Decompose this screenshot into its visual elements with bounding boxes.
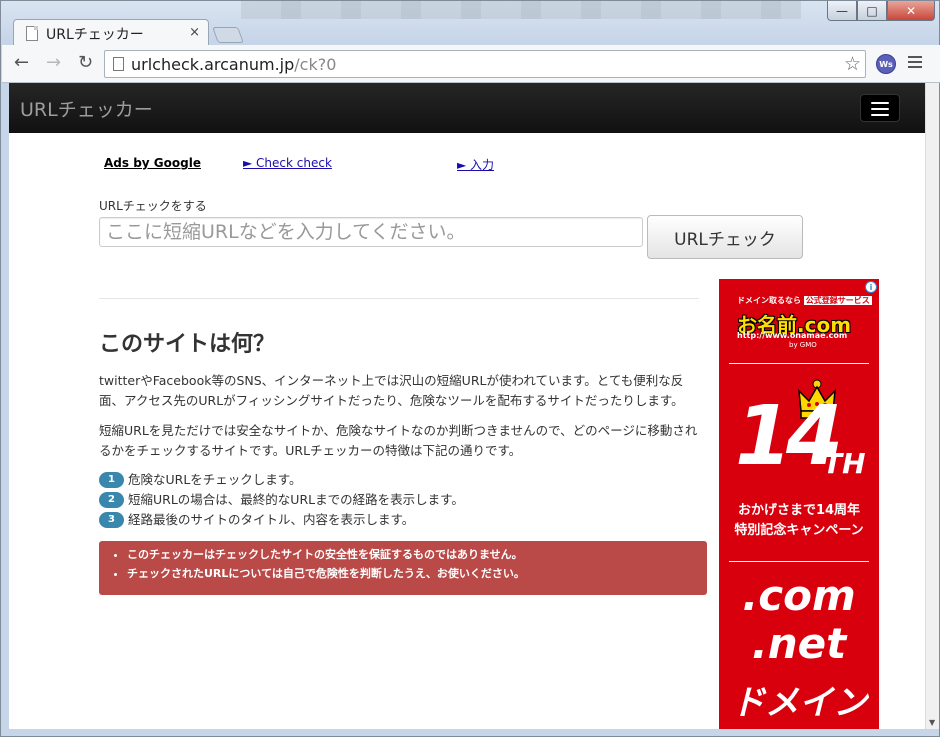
page-viewport: URLチェッカー Ads by Google ► Check check ► 入…: [9, 83, 925, 729]
banner-domain: ドメイン: [731, 683, 867, 723]
tab-title: URLチェッカー: [46, 27, 144, 43]
step-badge: 2: [99, 492, 124, 508]
tab-active[interactable]: URLチェッカー ×: [13, 19, 209, 46]
banner-net: .net: [751, 619, 847, 668]
url-host: urlcheck.arcanum.jp: [131, 55, 295, 74]
site-brand[interactable]: URLチェッカー: [20, 95, 153, 122]
document-icon: [113, 57, 124, 71]
step-badge: 1: [99, 472, 124, 488]
feature-item: 2 短縮URLの場合は、最終的なURLまでの経路を表示します。: [99, 490, 699, 510]
url-input[interactable]: [99, 217, 643, 247]
reload-icon[interactable]: ↻: [78, 53, 93, 73]
close-window-button[interactable]: ✕: [887, 1, 935, 21]
url-check-button[interactable]: URLチェック: [647, 215, 803, 259]
ad-link-input[interactable]: ► 入力: [457, 156, 494, 173]
feature-item: 3 経路最後のサイトのタイトル、内容を表示します。: [99, 510, 699, 530]
feature-text: 短縮URLの場合は、最終的なURLまでの経路を表示します。: [128, 492, 464, 507]
close-icon[interactable]: ×: [189, 26, 200, 40]
url-text[interactable]: urlcheck.arcanum.jp/ck?0: [131, 55, 336, 74]
banner-caption-2: 特別記念キャンペーン: [734, 523, 864, 538]
hamburger-line: [871, 102, 889, 104]
page-icon: [26, 26, 38, 41]
url-path: /ck?0: [294, 55, 337, 74]
step-badge: 3: [99, 512, 124, 528]
extension-icon[interactable]: Ws: [876, 54, 896, 74]
address-bar[interactable]: urlcheck.arcanum.jp/ck?0 ☆: [104, 50, 866, 78]
menu-toggle-button[interactable]: [860, 94, 900, 122]
ads-by-google-link[interactable]: Ads by Google: [104, 156, 201, 170]
about-paragraph-2: 短縮URLを見ただけでは安全なサイトか、危険なサイトなのか判断つきませんので、ど…: [99, 423, 698, 458]
divider: [99, 298, 699, 299]
new-tab-button[interactable]: [212, 27, 244, 43]
scroll-down-icon[interactable]: ▼: [929, 718, 935, 727]
site-navbar: URLチェッカー: [9, 83, 925, 133]
ad-info-icon[interactable]: i: [865, 281, 877, 293]
forward-icon[interactable]: →: [46, 53, 61, 73]
ad-banner-onamae[interactable]: i ドメイン取るなら 公式登録サービス お名前.com http://www.o…: [719, 279, 879, 729]
warning-item: チェックされたURLについては自己で危険性を判断したうえ、お使いください。: [127, 564, 707, 583]
vertical-scrollbar[interactable]: ▼: [925, 83, 939, 729]
minimize-button[interactable]: —: [827, 1, 857, 21]
banner-tagline: ドメイン取るなら 公式登録サービス: [737, 295, 872, 306]
warning-alert: このチェッカーはチェックしたサイトの安全性を保証するものではありません。 チェッ…: [99, 541, 707, 595]
feature-text: 経路最後のサイトのタイトル、内容を表示します。: [128, 512, 415, 527]
hamburger-line: [871, 108, 889, 110]
banner-com: .com: [742, 571, 856, 620]
warning-item: このチェッカーはチェックしたサイトの安全性を保証するものではありません。: [127, 545, 707, 564]
bookmark-star-icon[interactable]: ☆: [844, 53, 861, 75]
banner-badge: 公式登録サービス: [803, 296, 872, 305]
browser-menu-icon[interactable]: [908, 56, 922, 71]
browser-toolbar: ← → ↻ urlcheck.arcanum.jp/ck?0 ☆ Ws: [2, 45, 940, 83]
url-check-label: URLチェックをする: [99, 199, 207, 213]
ad-link-check[interactable]: ► Check check: [243, 156, 332, 170]
banner-url: http://www.onamae.com: [737, 331, 848, 340]
banner-divider: [729, 363, 869, 364]
banner-th: TH: [823, 447, 866, 480]
banner-caption-1: おかげさまで14周年: [737, 503, 861, 518]
banner-14: 14: [735, 389, 843, 484]
banner-gmo: by GMO: [789, 341, 817, 349]
about-heading: このサイトは何？: [99, 332, 276, 357]
tab-strip: URLチェッカー × — □ ✕: [1, 1, 939, 46]
window-controls: — □ ✕: [827, 1, 935, 23]
feature-item: 1 危険なURLをチェックします。: [99, 470, 699, 490]
desktop-background: [241, 1, 801, 19]
banner-top-text: ドメイン取るなら: [737, 296, 801, 305]
feature-list: 1 危険なURLをチェックします。 2 短縮URLの場合は、最終的なURLまでの経路…: [99, 470, 699, 530]
back-icon[interactable]: ←: [14, 53, 29, 73]
banner-divider: [729, 561, 869, 562]
maximize-button[interactable]: □: [857, 1, 887, 21]
hamburger-line: [871, 114, 889, 116]
feature-text: 危険なURLをチェックします。: [128, 472, 302, 487]
browser-window: URLチェッカー × — □ ✕ ← → ↻ urlcheck.arcanum.…: [0, 0, 940, 737]
about-paragraph-1: twitterやFacebook等のSNS、インターネット上では沢山の短縮URL…: [99, 373, 684, 408]
